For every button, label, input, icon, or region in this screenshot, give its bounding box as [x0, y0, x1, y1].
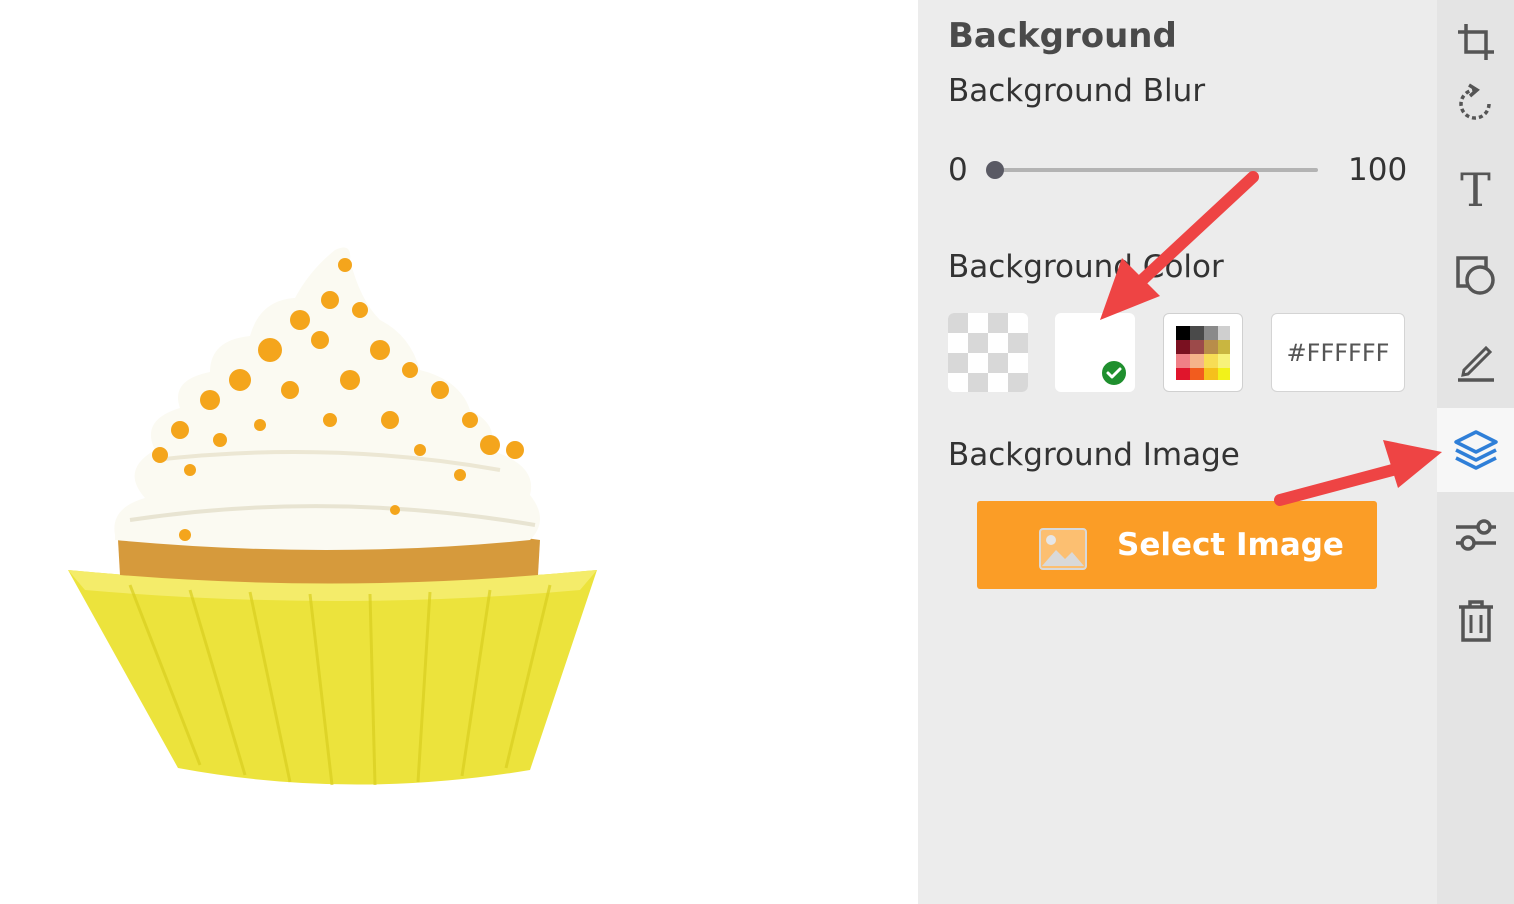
- blur-min-label: 0: [948, 152, 968, 188]
- text-icon-glyph: T: [1460, 163, 1491, 217]
- selected-check-icon: [1100, 359, 1128, 387]
- text-icon[interactable]: T: [1437, 148, 1514, 232]
- select-image-button[interactable]: Select Image: [977, 501, 1377, 589]
- background-blur-label: Background Blur: [948, 73, 1206, 109]
- image-icon: [1039, 528, 1087, 578]
- background-panel: Background Background Blur 0 100 Backgro…: [918, 0, 1437, 904]
- right-toolbar: T: [1437, 0, 1514, 904]
- transparent-swatch[interactable]: [948, 313, 1028, 392]
- background-image-label: Background Image: [948, 437, 1240, 473]
- blur-slider-thumb[interactable]: [986, 161, 1004, 179]
- hex-color-input[interactable]: #FFFFFF: [1271, 313, 1405, 392]
- layers-icon[interactable]: [1437, 408, 1514, 492]
- blur-slider-track[interactable]: [996, 168, 1318, 172]
- adjust-icon[interactable]: [1437, 493, 1514, 577]
- blur-max-label: 100: [1348, 152, 1408, 188]
- background-color-label: Background Color: [948, 249, 1224, 285]
- draw-icon[interactable]: [1437, 320, 1514, 404]
- select-image-label: Select Image: [1117, 527, 1344, 563]
- image-canvas: [0, 0, 918, 904]
- color-palette-swatch[interactable]: [1163, 313, 1243, 392]
- transparency-checker-icon: [948, 313, 1028, 392]
- panel-title: Background: [948, 16, 1177, 56]
- rotate-icon[interactable]: [1437, 62, 1514, 146]
- color-palette-icon: [1173, 323, 1233, 383]
- cupcake-image: [68, 247, 597, 786]
- shape-icon[interactable]: [1437, 234, 1514, 318]
- delete-icon[interactable]: [1437, 579, 1514, 663]
